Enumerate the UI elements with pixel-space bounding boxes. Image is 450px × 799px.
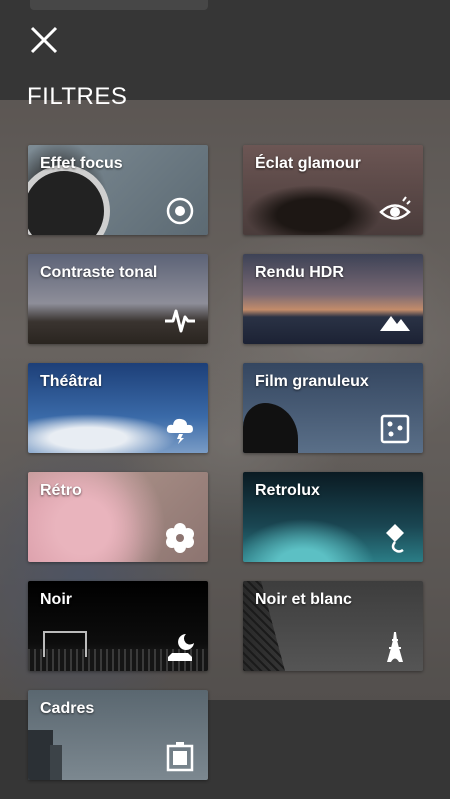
filter-tile-retro[interactable]: Rétro (28, 472, 208, 562)
filter-label: Noir et blanc (255, 591, 352, 608)
filter-tile-effet-focus[interactable]: Effet focus (28, 145, 208, 235)
filter-label: Rétro (40, 482, 82, 499)
top-handle (30, 0, 208, 10)
close-icon (30, 26, 58, 54)
filter-label: Film granuleux (255, 373, 369, 390)
eye-icon (379, 195, 411, 227)
kite-icon (379, 522, 411, 554)
tile-photo (28, 165, 110, 235)
tile-photo-goal (43, 631, 87, 657)
pulse-icon (164, 304, 196, 336)
night-moon-icon (164, 631, 196, 663)
filter-tile-eclat-glamour[interactable]: Éclat glamour (243, 145, 423, 235)
filter-label: Effet focus (40, 155, 123, 172)
dice-icon (379, 413, 411, 445)
filter-label: Contraste tonal (40, 264, 158, 281)
filter-label: Cadres (40, 700, 95, 717)
frame-icon (164, 740, 196, 772)
filter-label: Théâtral (40, 373, 103, 390)
filter-tile-film-granuleux[interactable]: Film granuleux (243, 363, 423, 453)
filter-tile-theatral[interactable]: Théâtral (28, 363, 208, 453)
focus-target-icon (164, 195, 196, 227)
filter-tile-noir[interactable]: Noir (28, 581, 208, 671)
filter-label: Éclat glamour (255, 155, 361, 172)
eiffel-tower-icon (379, 631, 411, 663)
filter-label: Rendu HDR (255, 264, 344, 281)
filter-tile-contraste-tonal[interactable]: Contraste tonal (28, 254, 208, 344)
filter-label: Retrolux (255, 482, 320, 499)
page-title: FILTRES (27, 83, 128, 110)
filter-tile-retrolux[interactable]: Retrolux (243, 472, 423, 562)
mountains-icon (379, 304, 411, 336)
tile-photo (243, 403, 298, 453)
filter-tile-rendu-hdr[interactable]: Rendu HDR (243, 254, 423, 344)
close-button[interactable] (24, 22, 64, 58)
flower-icon (164, 522, 196, 554)
filter-tile-cadres[interactable]: Cadres (28, 690, 208, 780)
storm-cloud-icon (164, 413, 196, 445)
filter-tile-noir-et-blanc[interactable]: Noir et blanc (243, 581, 423, 671)
tile-photo-building (50, 745, 62, 780)
filter-label: Noir (40, 591, 72, 608)
